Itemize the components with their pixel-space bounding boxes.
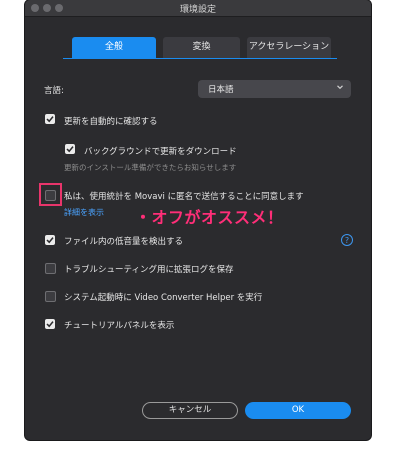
preferences-window: 環境設定 全般 変換 アクセラレーション 言語: 日本語 更新を自動的に確認する… xyxy=(25,0,371,440)
ok-button[interactable]: OK xyxy=(245,402,351,419)
help-icon[interactable]: ? xyxy=(341,234,353,246)
run-helper-checkbox[interactable] xyxy=(45,291,56,302)
chevron-down-icon xyxy=(337,85,343,90)
show-tutorial-checkbox[interactable] xyxy=(45,319,55,329)
run-helper-label: システム起動時に Video Converter Helper を実行 xyxy=(64,293,263,303)
highlight-box xyxy=(39,183,62,206)
window-title: 環境設定 xyxy=(179,5,216,15)
title-bar: 環境設定 xyxy=(25,0,371,17)
language-label: 言語: xyxy=(44,86,64,96)
checkmark-icon xyxy=(46,321,54,328)
checkmark-icon xyxy=(46,237,54,244)
tab-conversion[interactable]: 変換 xyxy=(163,37,240,58)
checkmark-icon xyxy=(66,146,74,153)
checkmark-icon xyxy=(46,116,54,123)
cancel-button[interactable]: キャンセル xyxy=(142,402,238,419)
detect-low-volume-checkbox[interactable] xyxy=(45,235,55,245)
detect-low-volume-label: ファイル内の低音量を検出する xyxy=(64,237,184,247)
show-tutorial-label: チュートリアルパネルを表示 xyxy=(64,321,175,331)
extended-log-checkbox[interactable] xyxy=(45,263,56,274)
background-download-label: バックグラウンドで更新をダウンロード xyxy=(84,147,237,157)
language-select[interactable]: 日本語 xyxy=(198,80,351,98)
tab-general[interactable]: 全般 xyxy=(72,37,156,58)
annotation-text: ・オフがオススメ！ xyxy=(135,208,284,227)
tab-underline xyxy=(63,58,337,59)
background-download-hint: 更新のインストール準備ができたらお知らせします xyxy=(64,163,237,172)
extended-log-label: トラブルシューティング用に拡張ログを保存 xyxy=(64,265,234,275)
send-stats-label: 私は、使用統計を Movavi に匿名で送信することに同意します xyxy=(64,192,304,202)
tab-acceleration[interactable]: アクセラレーション xyxy=(247,37,331,58)
background-download-checkbox[interactable] xyxy=(65,144,75,154)
auto-update-label: 更新を自動的に確認する xyxy=(64,117,158,127)
details-link[interactable]: 詳細を表示 xyxy=(64,207,104,218)
language-value: 日本語 xyxy=(208,85,234,95)
auto-update-checkbox[interactable] xyxy=(45,114,55,124)
